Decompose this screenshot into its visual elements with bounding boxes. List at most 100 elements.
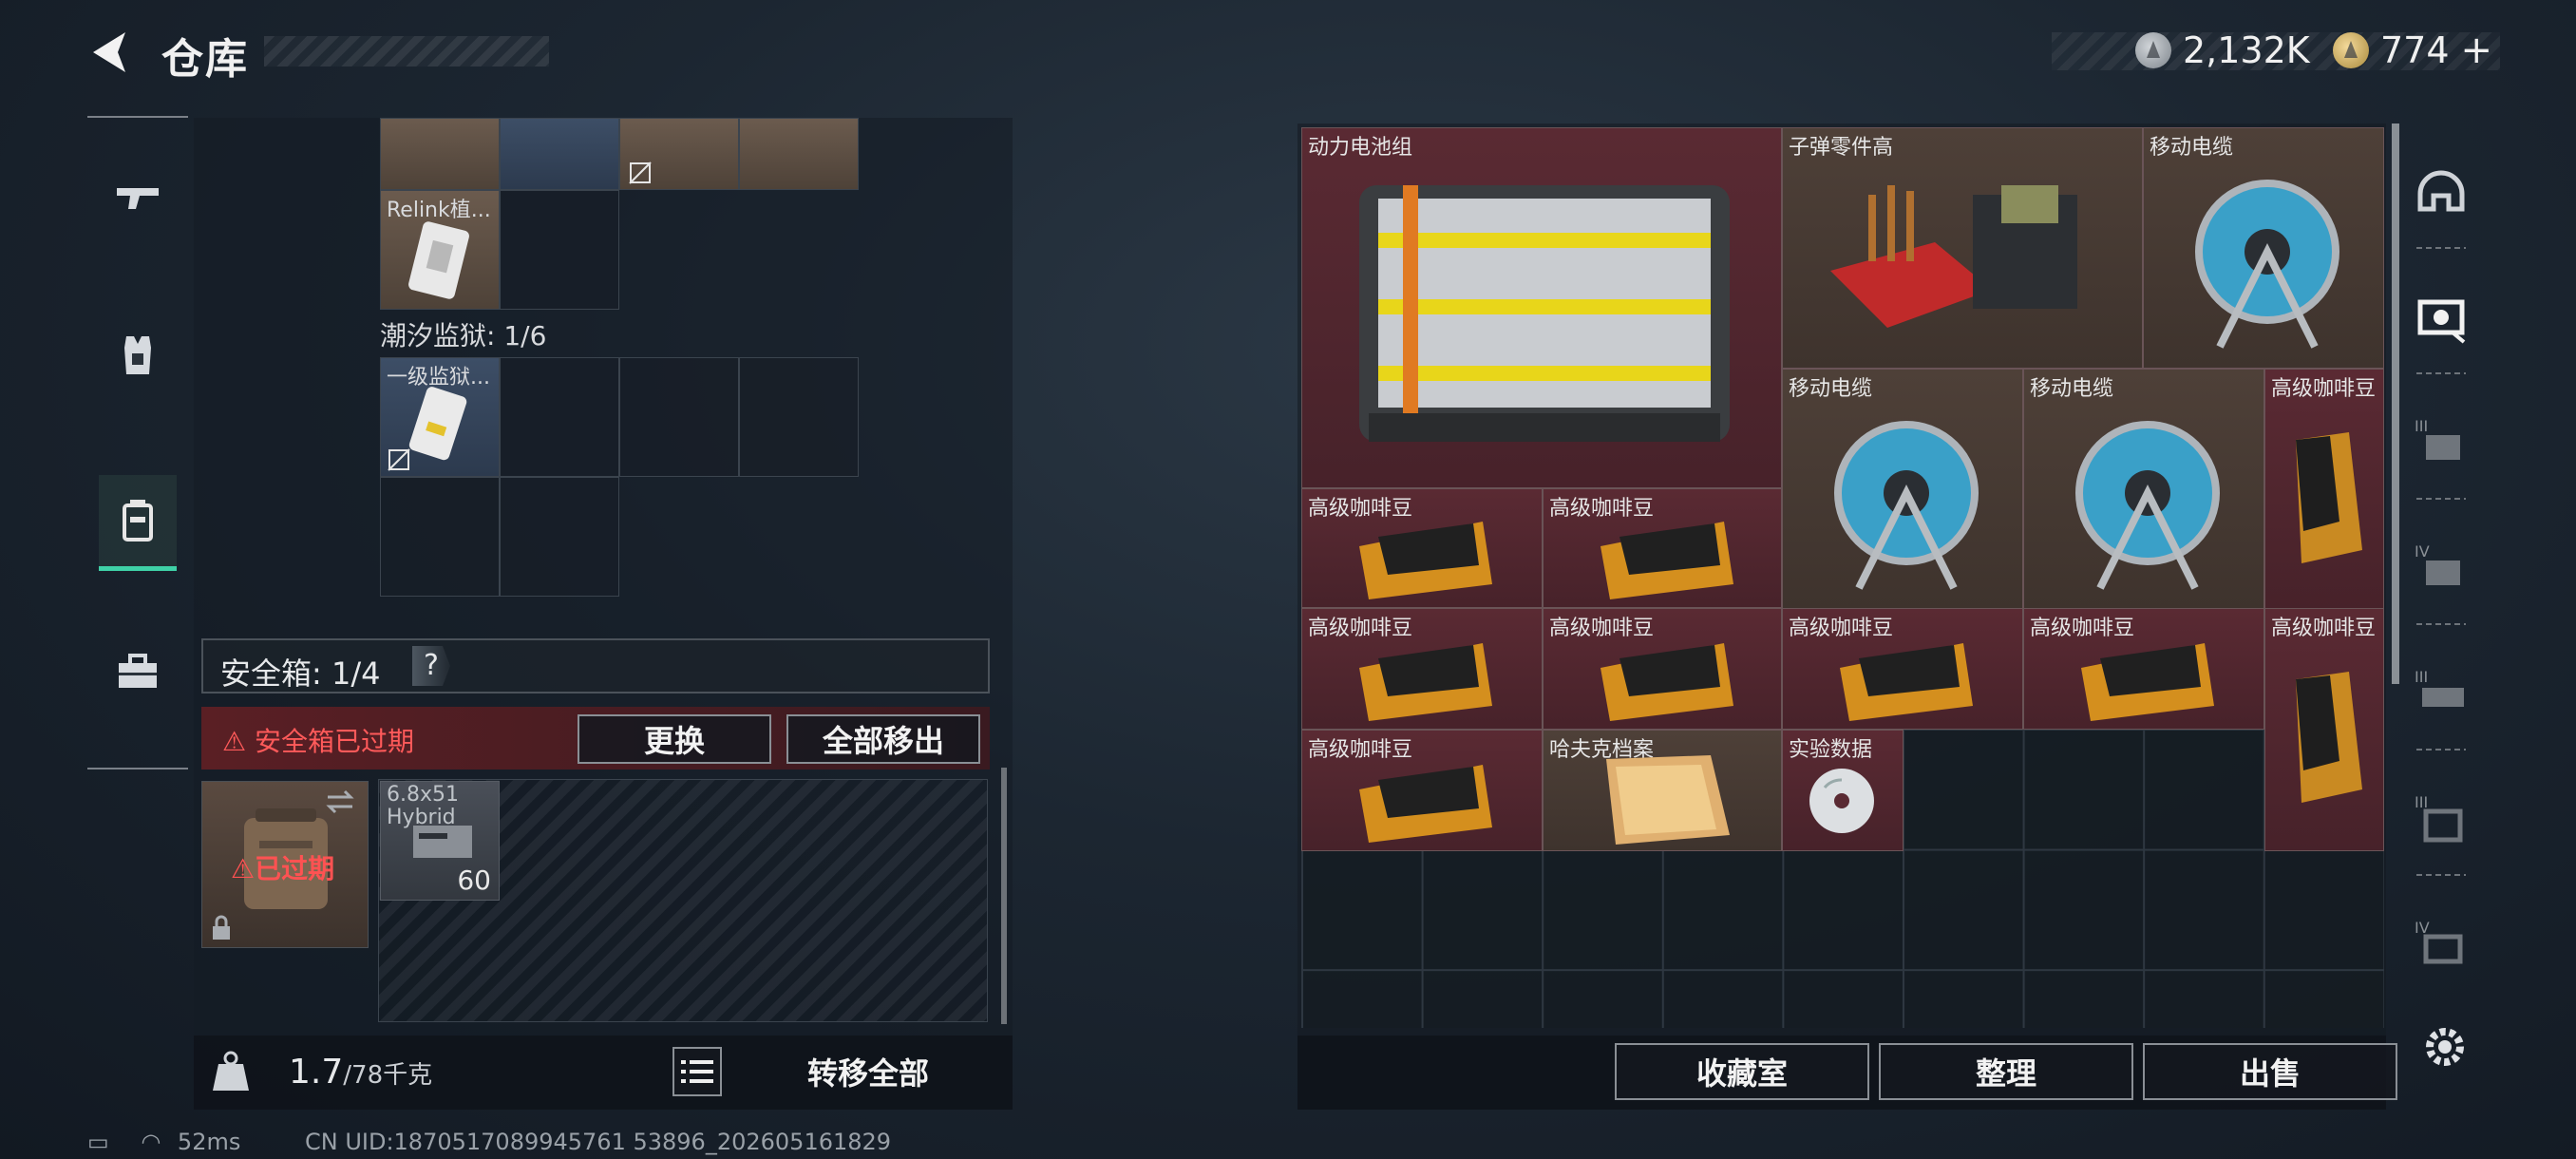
stash-item-cable[interactable]: 移动电缆 [2023,369,2264,610]
sell-button[interactable]: 出售 [2143,1043,2397,1100]
no-transfer-icon [388,448,410,471]
transfer-all-button[interactable]: 转移全部 [735,1043,1001,1100]
left-scrollbar[interactable] [1001,768,1007,1024]
stash-item-battery[interactable]: 动力电池组 [1301,127,1782,488]
svg-text:IV: IV [2415,542,2430,560]
ammo-item[interactable]: 6.8x51 Hybrid 60 [380,781,500,901]
nav-backpack[interactable] [99,475,177,571]
stash-item-ammo-parts[interactable]: 子弹零件高 [1782,127,2143,369]
weight-icon [213,1051,249,1091]
inventory-slot[interactable] [500,118,619,190]
helmet-icon [2417,170,2465,212]
stash-item-coffee[interactable]: 高级咖啡豆 [1301,608,1543,730]
stash-item-folder[interactable]: 哈夫克档案 [1543,730,1782,851]
empty-slot[interactable] [500,190,619,310]
stash-item-coffee[interactable]: 高级咖啡豆 [1301,488,1543,608]
relink-item[interactable]: Relink植... [380,190,500,310]
stash-item-coffee[interactable]: 高级咖啡豆 [2264,369,2384,610]
empty-slot[interactable] [500,477,619,597]
sort-button[interactable]: 整理 [1879,1043,2133,1100]
add-currency-icon[interactable]: + [2461,28,2493,72]
warning-text: ⚠ 安全箱已过期 [222,721,414,759]
stash-item-coffee[interactable]: 高级咖啡豆 [2264,608,2384,851]
silver-coin-icon [2135,32,2171,68]
stash-scrollbar[interactable] [2392,124,2399,684]
stash-item-data-disc[interactable]: 实验数据 [1782,730,1904,851]
coffee-bag-icon [1601,643,1733,721]
keycard-icon [408,387,467,461]
inventory-slot[interactable] [619,118,739,190]
gold-currency[interactable]: 774 + [2333,27,2492,74]
nav-case[interactable] [99,635,177,711]
coffee-bag-icon [2296,432,2362,563]
swap-icon[interactable] [324,789,356,814]
disc-icon [1809,769,1874,833]
tab-level4-case[interactable]: IV [2409,912,2473,977]
level-4-case-icon: IV [2415,919,2463,964]
toolbox-icon [119,654,157,688]
page-title: 仓库 [161,35,249,84]
coffee-bag-icon [1359,522,1492,599]
nav-armor[interactable] [99,317,177,393]
safebox-label: 安全箱: 1/4 [220,656,381,692]
empty-slot[interactable] [500,357,619,477]
title-decoration [264,36,549,66]
level-4-box-icon: IV [2415,542,2460,585]
vest-icon [124,336,151,374]
svg-text:III: III [2415,417,2428,435]
nav-weapons[interactable] [99,160,177,236]
coffee-bag-icon [2296,672,2362,803]
coffee-bag-icon [1359,643,1492,721]
empty-slot[interactable] [619,357,739,477]
tab-level3-box[interactable]: III [2409,410,2473,475]
warning-icon: ⚠ [222,726,256,757]
back-arrow-icon[interactable] [87,28,135,76]
coffee-bag-icon [2081,643,2214,721]
stash-item-cable[interactable]: 移动电缆 [2143,127,2384,369]
uid-text: CN UID:1870517089945761 53896_2026051618… [304,1129,892,1155]
gold-amount: 774 [2380,29,2450,71]
svg-text:IV: IV [2415,919,2430,937]
help-icon[interactable]: ? [412,646,450,686]
cable-reel-icon [2075,421,2220,590]
stash-item-coffee[interactable]: 高级咖啡豆 [1543,488,1782,608]
collection-room-button[interactable]: 收藏室 [1615,1043,1869,1100]
weight-readout: 1.7/78千克 [289,1053,433,1092]
empty-slot[interactable] [380,477,500,597]
stash-item-cable[interactable]: 移动电缆 [1782,369,2023,610]
tab-level3-rig[interactable]: III [2409,661,2473,726]
replace-button[interactable]: 更换 [578,714,771,764]
backpack-icon [123,500,153,542]
level-3-case-icon: III [2415,793,2463,843]
move-all-out-button[interactable]: 全部移出 [786,714,980,764]
safebox-capacity-bar: 安全箱: 1/4 ? [201,638,990,694]
safebox-case-slot[interactable]: ⚠已过期 [201,781,369,948]
svg-text:III: III [2415,668,2428,686]
folder-icon [1606,755,1730,845]
stash-item-coffee[interactable]: 高级咖啡豆 [1543,608,1782,730]
inventory-slot[interactable] [739,118,859,190]
left-category-nav [87,116,188,770]
coffee-bag-icon [1840,643,1973,721]
empty-slot[interactable] [739,357,859,477]
cable-reel-icon [2195,180,2339,349]
ammo-parts-icon [1830,185,2077,328]
wifi-icon: ◠ [141,1129,161,1155]
status-bar: ▭ ◠ 52ms CN UID:1870517089945761 53896_2… [87,1129,891,1155]
stash-item-coffee[interactable]: 高级咖啡豆 [1782,608,2023,730]
case-expired-status: ⚠已过期 [231,853,335,884]
coffee-bag-icon [1601,522,1733,599]
stash-category-tabs: III IV III III IV [2403,124,2479,1016]
settings-gear-icon[interactable] [2420,1022,2470,1072]
tab-level3-case[interactable]: III [2409,787,2473,851]
tab-level4-box[interactable]: IV [2409,536,2473,600]
stash-item-coffee[interactable]: 高级咖啡豆 [1301,730,1543,851]
lock-icon [213,915,230,940]
svg-text:III: III [2415,793,2428,811]
stash-item-coffee[interactable]: 高级咖啡豆 [2023,608,2264,730]
list-view-button[interactable] [672,1047,722,1096]
prison-item[interactable]: 一级监狱... [380,357,500,477]
inventory-slot[interactable] [380,118,500,190]
tab-gear-box[interactable] [2409,285,2473,350]
tab-helmet[interactable] [2409,162,2473,226]
